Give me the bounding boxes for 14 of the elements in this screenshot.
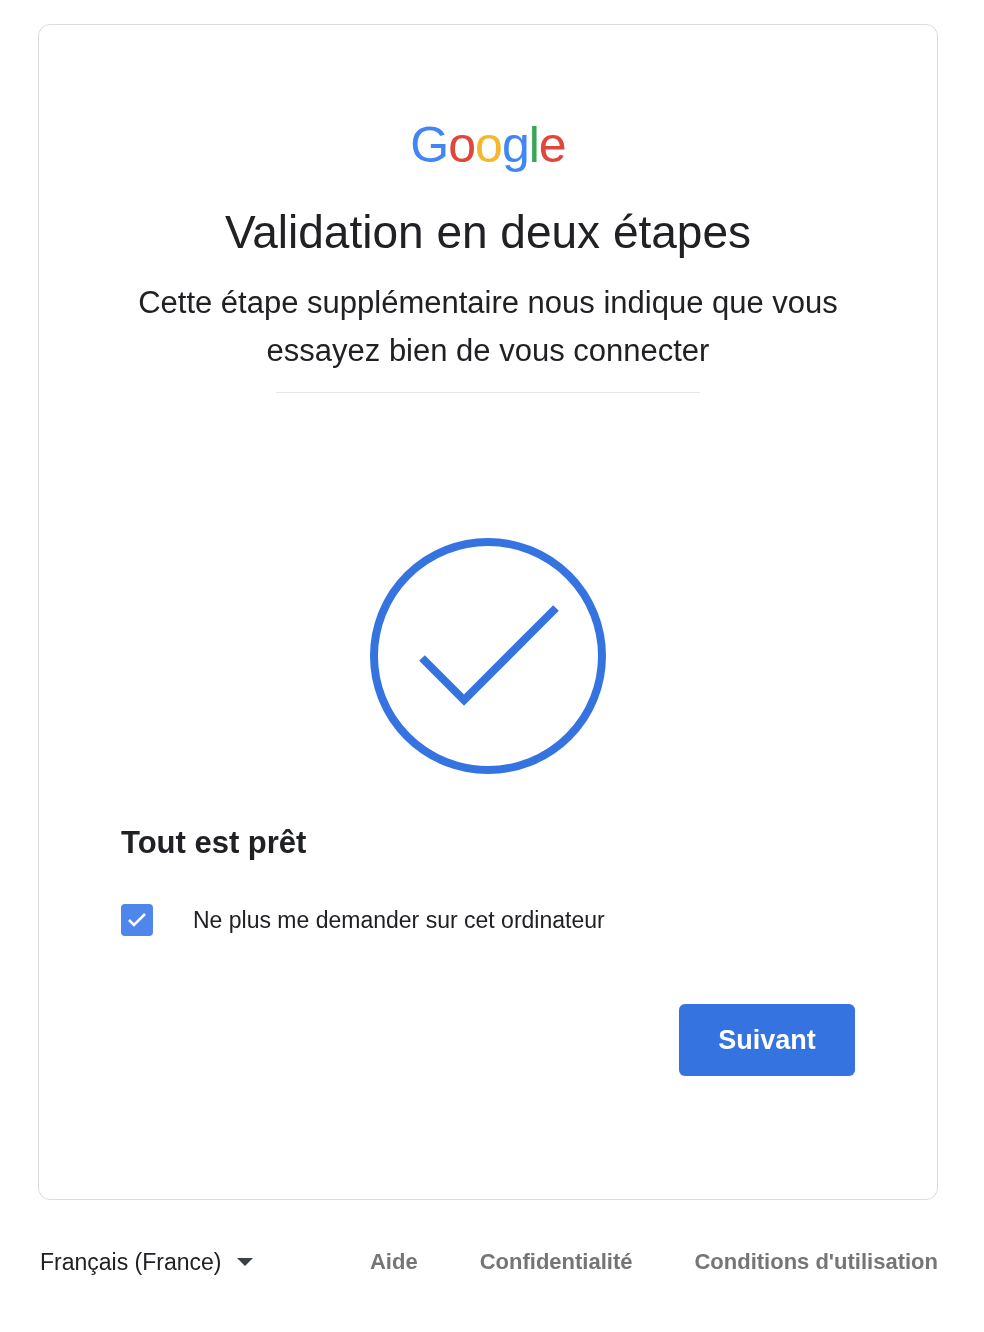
check-circle-icon [368, 536, 608, 776]
language-dropdown[interactable]: Français (France) [38, 1246, 254, 1278]
page-subtitle: Cette étape supplémentaire nous indique que vous essayez bien de vous connecter [137, 284, 839, 370]
caret-icon [237, 1258, 254, 1266]
footer-link[interactable]: Conditions d'utilisation [694, 1246, 938, 1278]
logo-wordmark: Google [410, 117, 566, 173]
page-title: Validation en deux étapes [225, 205, 751, 260]
next-button[interactable]: Suivant [679, 1004, 855, 1076]
checkbox-label: Ne plus me demander sur cet ordinateur [193, 906, 605, 935]
check-icon [127, 912, 147, 928]
section-heading: Tout est prêt [121, 824, 308, 862]
footer-link[interactable]: Aide [370, 1246, 418, 1278]
footer-link[interactable]: Confidentialité [479, 1246, 633, 1278]
checkbox[interactable] [121, 904, 153, 936]
